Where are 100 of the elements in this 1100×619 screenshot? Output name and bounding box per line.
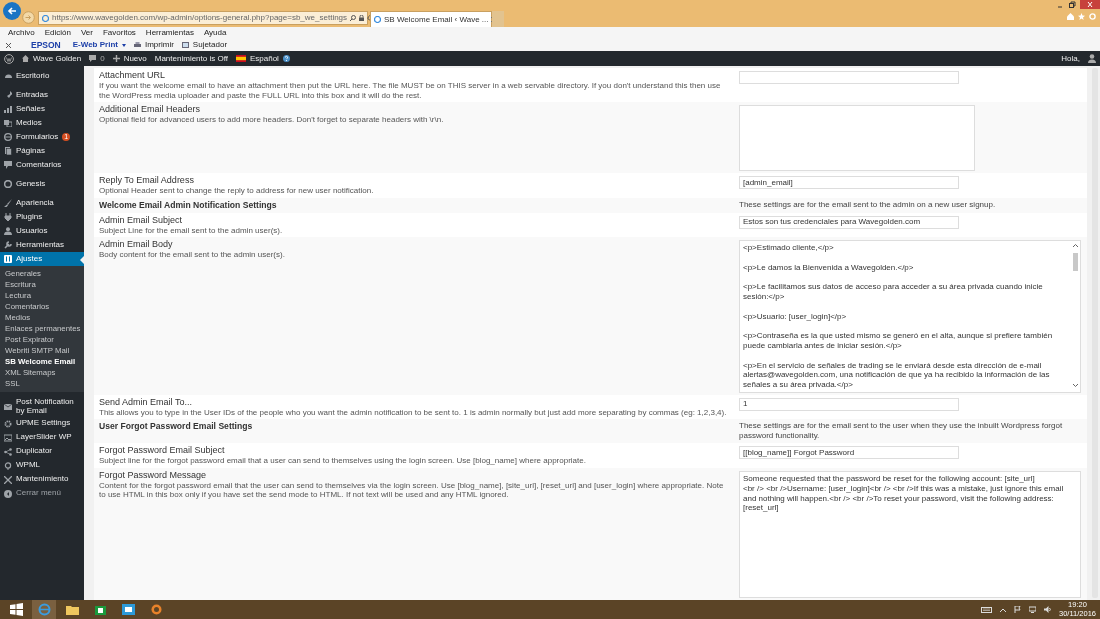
browser-tab[interactable]: SB Welcome Email ‹ Wave ... (370, 11, 492, 27)
field-label: Forgot Password Message (99, 469, 208, 481)
sidebar-item[interactable]: Páginas (0, 144, 84, 158)
text-input[interactable]: [[blog_name]] Forgot Password (739, 446, 959, 460)
sidebar-item[interactable]: Escritorio (0, 69, 84, 83)
textarea-field[interactable]: <p>Estimado cliente,</p> <p>Le damos la Bienvenida a Wavegolden.</p> <p>Le facilitamos sus datos de acceso para acceder a su área privada cuando inicie sesión:</p> <p>Usuario: [user_login]</p> <p>Contraseña es la que usted mismo se generó en el alta, aunque si prefiere también puede cambiarla antes de iniciar sesión.</p> <p>En el servicio de señales de trading se le enviará desde esta dirección de e-mail alertas@wavegolden.com, una notificación de que ya ha recibido la información de las señales a su área privada.</p> (739, 240, 1081, 393)
help-icon (282, 55, 290, 62)
sidebar-item[interactable]: Plugins (0, 210, 84, 224)
wrench-icon (4, 241, 12, 249)
sidebar-item[interactable]: Genesis (0, 177, 84, 191)
menu-item[interactable]: Ayuda (203, 27, 227, 39)
toolbar-button[interactable]: Sujetador (181, 39, 228, 51)
menu-item[interactable]: Favoritos (102, 27, 136, 39)
globe-icon (4, 133, 12, 141)
star-icon[interactable] (1078, 13, 1085, 20)
sidebar-item[interactable]: Entradas (0, 88, 84, 102)
home-icon (22, 55, 29, 62)
wordpress-logo[interactable] (4, 53, 14, 64)
brand-logo: EPSON (31, 38, 61, 52)
textarea-field[interactable] (739, 105, 975, 171)
search-icon (4, 461, 12, 470)
field-description: If you want the welcome email to have an attachment then put the URL here. The file MUST be on THIS server in a web servable directory. If you don't understand this then use the WordPress media uploader and paste the FULL URL into this box and it will do the rest. (99, 81, 722, 100)
language-link[interactable]: Español (235, 52, 290, 65)
url-text: https://www.wavegolden.com/wp-admin/options-general.php?page=sb_we_settings (52, 12, 348, 24)
plus-icon (112, 55, 120, 62)
mail-icon[interactable] (121, 603, 135, 616)
menu-item[interactable]: Archivo (8, 27, 35, 39)
chevron-up-icon[interactable] (1000, 607, 1006, 612)
field-description: This allows you to type in the User IDs of the people who you want the admin notification to be sent to. 1 is admin normally but just add more separating by commas (eg: 1,2,3,4). (99, 407, 728, 418)
address-bar[interactable]: https://www.wavegolden.com/wp-admin/options-general.php?page=sb_we_settings (38, 11, 368, 25)
sidebar-item[interactable]: UPME Settings (0, 416, 84, 431)
new-link[interactable]: Nuevo (112, 52, 147, 65)
field-description: Optional Header sent to change the reply to address for new user notification. (99, 186, 375, 196)
toolbar-button[interactable]: Imprimir (133, 39, 174, 51)
close-icon[interactable] (6, 42, 11, 48)
start-button[interactable] (9, 603, 23, 616)
comment-icon (89, 55, 97, 62)
flag-icon (235, 55, 246, 62)
collapse-menu-link[interactable]: Cerrar menú (0, 486, 84, 501)
toolbar-button[interactable]: E-Web Print (72, 39, 126, 51)
store-icon[interactable] (93, 603, 107, 616)
collapse-icon (4, 489, 12, 498)
textarea-field[interactable]: Someone requested that the password be reset for the following account: [site_url] <br /> <br />Username: [user_login]<br /> <br />If this was a mistake, just ignore this email and nothing will happen.<br /> <br />To reset your password, visit the following address: [reset_url] (739, 470, 1081, 598)
greeting-link[interactable]: Hola, (1061, 52, 1080, 65)
sidebar-item[interactable]: Post Notification by Email (0, 397, 84, 417)
close-button[interactable] (1080, 0, 1100, 9)
printer-icon (133, 42, 141, 48)
gear-icon (4, 419, 12, 428)
field-description: Subject Line for the email sent to the admin user(s). (99, 225, 284, 235)
pages-icon (4, 147, 12, 155)
field-description: Content for the forgot password email that the user can send to themselves via the login screen. Use [blog_name], [site_url], [reset_url] and [user_login] where appropriate. Note to use HTML in this box only if you have set the send mode to HTML. If not text will be used and any HTML ignored. (99, 480, 725, 500)
sidebar-item[interactable]: Medios (0, 116, 84, 130)
section-heading: Welcome Email Admin Notification Settings (99, 199, 278, 211)
sidebar-item[interactable]: Señales (0, 102, 84, 116)
avatar-icon[interactable] (1088, 54, 1096, 63)
text-input[interactable] (739, 71, 959, 84)
menu-item[interactable]: Edición (44, 27, 71, 39)
back-arrow-icon (7, 6, 17, 16)
browser-icon (42, 14, 49, 22)
field-label: Forgot Password Email Subject (99, 445, 226, 457)
sidebar-item[interactable]: Mantenimiento (0, 472, 84, 487)
menu-item[interactable]: Ver (80, 27, 93, 39)
sidebar-item[interactable]: Ajustes (0, 252, 84, 266)
sidebar-item[interactable]: Apariencia (0, 196, 84, 210)
image-icon (4, 433, 12, 442)
brush-icon (4, 199, 12, 207)
flag-icon[interactable] (1014, 606, 1021, 613)
keyboard-icon[interactable] (981, 606, 992, 613)
sidebar-item[interactable]: Usuarios (0, 224, 84, 238)
section-note: These settings are for the email sent to the admin on a new user signup. (739, 199, 997, 210)
restore-button[interactable] (1068, 0, 1076, 9)
caret-icon (121, 43, 126, 47)
menu-item[interactable]: Herramientas (145, 27, 194, 39)
user-icon (4, 227, 12, 235)
settings-icon (4, 255, 12, 263)
text-input[interactable]: [admin_email] (739, 176, 959, 189)
field-label: Attachment URL (99, 70, 167, 81)
sidebar-item[interactable]: Duplicator (0, 444, 84, 459)
sidebar-item[interactable]: Comentarios (0, 158, 84, 172)
chart-icon (4, 105, 12, 113)
browser-icon (374, 16, 381, 23)
field-label: Reply To Email Address (99, 175, 195, 186)
back-button[interactable] (3, 2, 21, 20)
sidebar-item[interactable]: WPML (0, 458, 84, 473)
folder-icon[interactable] (65, 603, 79, 616)
comments-link[interactable]: 0 (89, 52, 105, 65)
sidebar-item[interactable]: Herramientas (0, 238, 84, 252)
envelope-icon (4, 402, 12, 411)
app-icon[interactable] (149, 603, 163, 616)
search-icon[interactable] (350, 15, 357, 21)
section-heading: User Forgot Password Email Settings (99, 421, 254, 433)
sidebar-item[interactable]: LayerSlider WP (0, 430, 84, 445)
volume-icon[interactable] (1044, 606, 1051, 613)
tools-icon (4, 475, 12, 484)
network-icon[interactable] (1029, 606, 1036, 613)
maintenance-link[interactable]: Mantenimiento is Off (154, 52, 228, 65)
site-link[interactable]: Wave Golden (22, 52, 82, 65)
comment-icon (4, 161, 12, 169)
text-input[interactable]: 1 (739, 397, 959, 411)
text-input[interactable]: Estos son tus credenciales para Wavegolden.com (739, 215, 959, 229)
